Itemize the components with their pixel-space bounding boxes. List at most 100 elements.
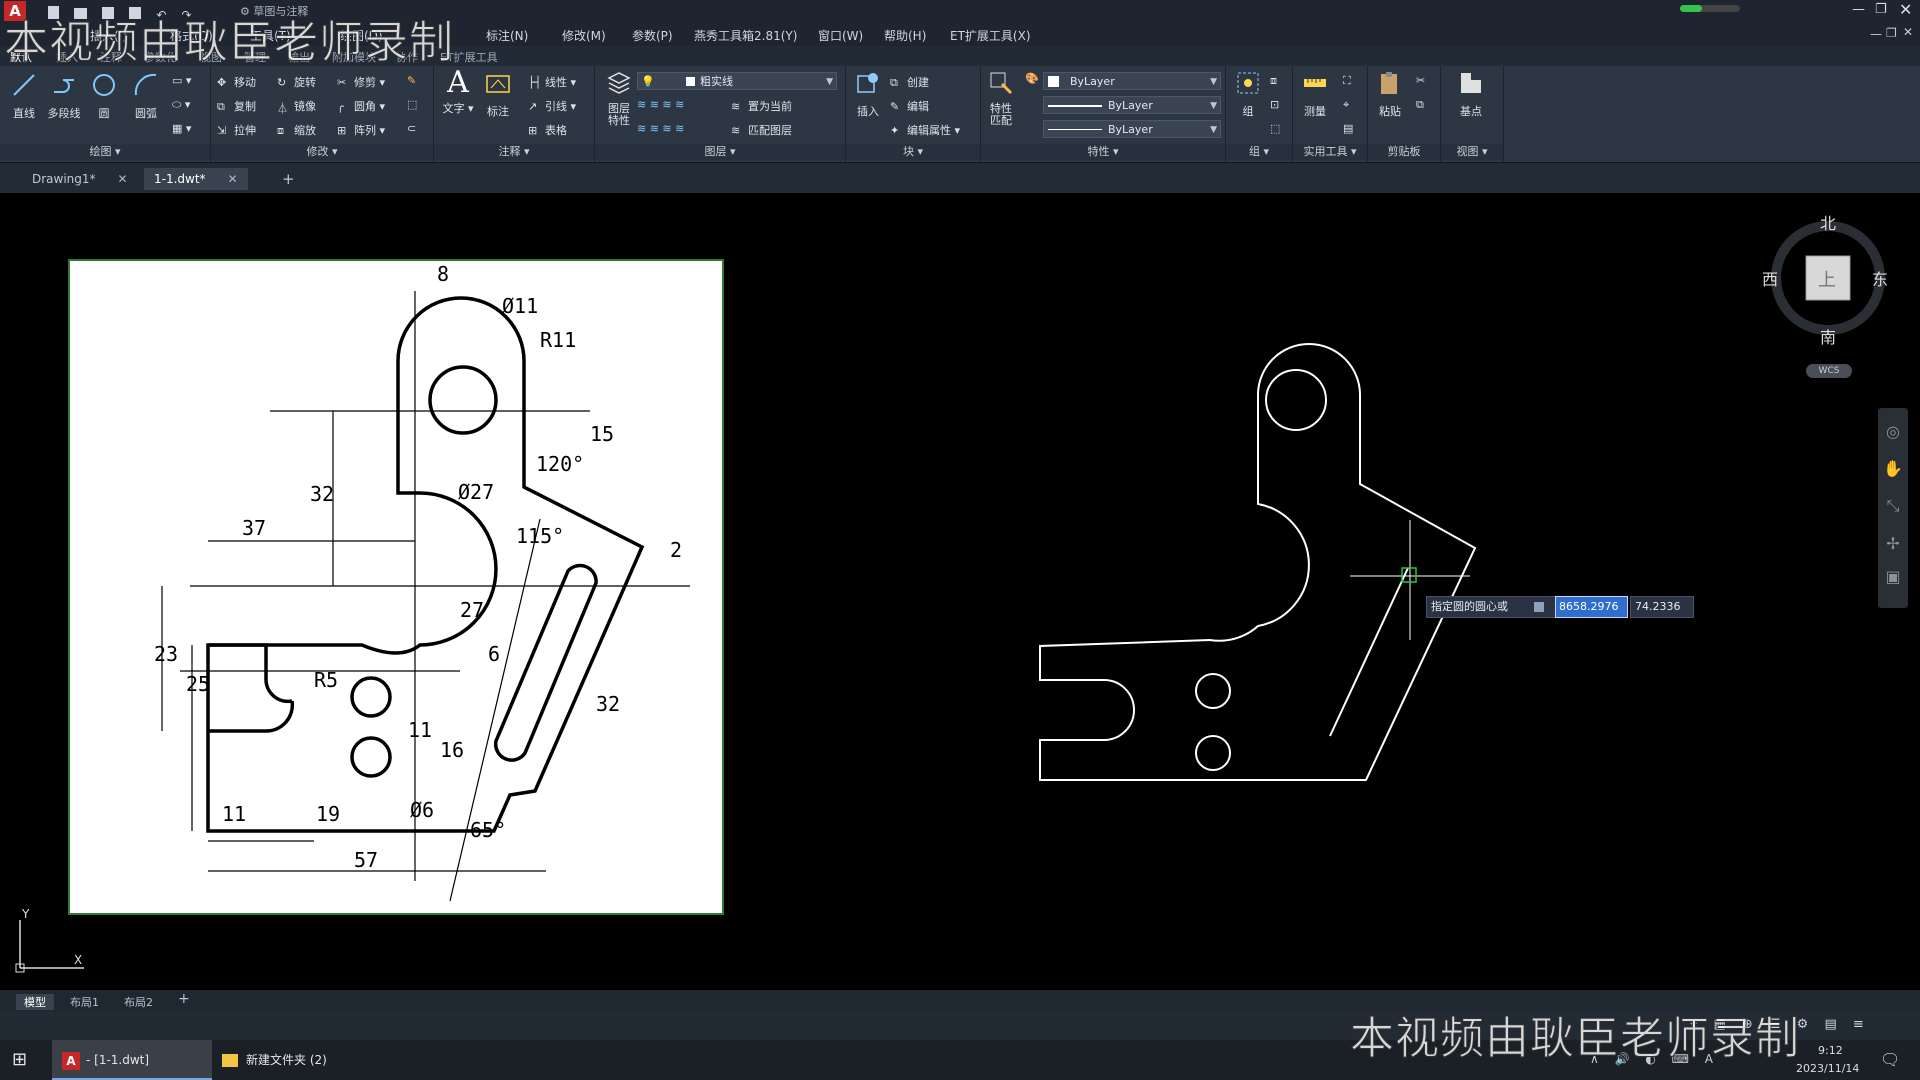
set-current-tool[interactable]: ≋ 置为当前 <box>731 98 792 114</box>
panel-layers-label[interactable]: 图层 ▾ <box>595 144 845 160</box>
panel-clipboard-label[interactable]: 剪贴板 <box>1368 144 1440 160</box>
lineweight-combo[interactable]: ByLayer ▼ <box>1043 120 1221 138</box>
menu-dimension[interactable]: 标注(N) <box>486 27 528 44</box>
panel-view-label[interactable]: 视图 ▾ <box>1441 144 1503 160</box>
array-tool[interactable]: ⊞ 阵列 ▾ <box>337 122 385 138</box>
color-combo[interactable]: ByLayer ▼ <box>1043 72 1221 90</box>
match-layer-tool[interactable]: ≋ 匹配图层 <box>731 122 792 138</box>
close-icon[interactable]: ✕ <box>118 172 128 186</box>
reference-drawing-image[interactable]: 8 Ø11 R11 15 120° 32 Ø27 37 115° 2 27 23… <box>68 259 724 915</box>
dynamic-input-y[interactable]: 74.2336 <box>1630 596 1694 618</box>
dynamic-input-options-icon[interactable] <box>1534 602 1544 612</box>
text-tool[interactable]: A 文字 ▾ <box>438 68 478 116</box>
erase-icon[interactable]: ✎ <box>407 74 416 87</box>
panel-annotation-label[interactable]: 注释 ▾ <box>434 144 594 160</box>
group-select-icon[interactable]: ⬚ <box>1270 122 1280 135</box>
hatch-icon[interactable]: ▦ ▾ <box>172 122 191 135</box>
close-icon[interactable]: ✕ <box>228 172 238 186</box>
offset-icon[interactable]: ⊂ <box>407 122 416 135</box>
compass-west[interactable]: 西 <box>1762 266 1778 290</box>
mirror-tool[interactable]: ⏃ 镜像 <box>277 98 316 115</box>
line-tool[interactable]: 直线 <box>4 72 44 121</box>
windows-start-icon[interactable]: ⊞ <box>12 1040 42 1080</box>
viewcube[interactable]: 北 南 东 西 上 <box>1762 208 1888 347</box>
leader-tool[interactable]: ↗ 引线 ▾ <box>528 98 576 114</box>
tab-layout1[interactable]: 布局1 <box>70 994 99 1010</box>
edit-block-tool[interactable]: ✎ 编辑 <box>890 98 929 114</box>
panel-draw-label[interactable]: 绘图 ▾ <box>0 144 210 160</box>
panel-properties-label[interactable]: 特性 ▾ <box>981 144 1225 160</box>
move-tool[interactable]: ✥ 移动 <box>217 74 256 90</box>
minimize-button[interactable]: — <box>1852 2 1865 17</box>
base-point-tool[interactable]: 基点 <box>1451 70 1491 119</box>
compass-east[interactable]: 东 <box>1872 266 1888 290</box>
copy-tool[interactable]: ⧉ 复制 <box>217 98 256 114</box>
layer-properties-tool[interactable]: 图层特性 <box>599 70 639 127</box>
dynamic-input-x[interactable]: 8658.2976 <box>1555 596 1628 618</box>
panel-block-label[interactable]: 块 ▾ <box>846 144 980 160</box>
maximize-button[interactable]: ❐ <box>1875 2 1887 17</box>
match-properties-tool[interactable]: 特性匹配 <box>981 70 1021 127</box>
layer-tools-row2[interactable]: ≋ ≋ ≋ ≋ <box>637 122 684 135</box>
panel-modify-label[interactable]: 修改 ▾ <box>211 144 433 160</box>
copy-clip-icon[interactable]: ⧉ <box>1416 98 1424 112</box>
table-tool[interactable]: ⊞ 表格 <box>528 122 567 138</box>
add-layout-button[interactable]: + <box>178 991 190 1007</box>
close-button[interactable]: ✕ <box>1899 0 1912 19</box>
measure-tool[interactable]: 测量 <box>1295 70 1335 119</box>
compass-north[interactable]: 北 <box>1820 210 1836 234</box>
group-edit-icon[interactable]: ⊡ <box>1270 98 1279 111</box>
menu-modify[interactable]: 修改(M) <box>562 27 606 44</box>
calculator-icon[interactable]: ▤ <box>1343 122 1353 135</box>
id-point-icon[interactable]: ⌖ <box>1343 98 1349 112</box>
dimension-tool[interactable]: 标注 <box>478 70 518 119</box>
tab-layout2[interactable]: 布局2 <box>124 994 153 1010</box>
tab-model[interactable]: 模型 <box>16 994 54 1010</box>
orbit-icon[interactable]: ✢ <box>1878 534 1908 553</box>
rotate-tool[interactable]: ↻ 旋转 <box>277 74 316 90</box>
notification-icon[interactable]: 🗨 <box>1880 1050 1900 1069</box>
panel-utilities-label[interactable]: 实用工具 ▾ <box>1293 144 1367 160</box>
create-block-tool[interactable]: ⧉ 创建 <box>890 74 929 90</box>
linetype-combo[interactable]: ByLayer ▼ <box>1043 96 1221 114</box>
stretch-tool[interactable]: ⇲ 拉伸 <box>217 122 256 138</box>
polyline-tool[interactable]: 多段线 <box>44 72 84 121</box>
menu-help[interactable]: 帮助(H) <box>884 27 926 44</box>
panel-groups-label[interactable]: 组 ▾ <box>1226 144 1292 160</box>
compass-south[interactable]: 南 <box>1820 324 1836 348</box>
taskbar-folder[interactable]: 新建文件夹 (2) <box>212 1040 378 1080</box>
explode-icon[interactable]: ⬚ <box>407 98 417 111</box>
arc-tool[interactable]: 圆弧 <box>126 72 166 121</box>
insert-block-tool[interactable]: 插入 <box>848 70 888 119</box>
file-tab-1-1[interactable]: 1-1.dwt* ✕ <box>144 168 248 190</box>
clock-date[interactable]: 2023/11/14 <box>1796 1062 1859 1075</box>
new-tab-button[interactable]: + <box>272 168 305 190</box>
file-tab-drawing1[interactable]: Drawing1* ✕ <box>22 168 138 190</box>
scale-tool[interactable]: ⧈ 缩放 <box>277 122 316 138</box>
pan-icon[interactable]: ✋ <box>1878 459 1908 478</box>
ungroup-icon[interactable]: ⧈ <box>1270 74 1277 88</box>
showmotion-icon[interactable]: ▣ <box>1878 567 1908 586</box>
rectangle-icon[interactable]: ▭ ▾ <box>172 74 191 87</box>
doc-close-button[interactable]: ✕ <box>1903 25 1913 39</box>
fillet-tool[interactable]: ╭ 圆角 ▾ <box>337 98 385 114</box>
menu-et-tools[interactable]: ET扩展工具(X) <box>950 27 1031 44</box>
menu-yanxiu[interactable]: 燕秀工具箱2.81(Y) <box>694 27 797 44</box>
paste-tool[interactable]: 粘贴 <box>1370 70 1410 119</box>
circle-tool[interactable]: 圆 <box>84 72 124 121</box>
quick-select-icon[interactable]: ⛶ <box>1343 74 1351 88</box>
zoom-icon[interactable]: ⤡ <box>1878 496 1908 516</box>
trim-tool[interactable]: ✂ 修剪 ▾ <box>337 74 385 90</box>
clock-time[interactable]: 9:12 <box>1818 1044 1843 1057</box>
menu-parameters[interactable]: 参数(P) <box>632 27 673 44</box>
wcs-menu[interactable]: WCS <box>1806 364 1852 378</box>
color-wheel-icon[interactable]: 🎨 <box>1025 72 1039 85</box>
group-tool[interactable]: 组 <box>1228 70 1268 119</box>
doc-restore-button[interactable]: ❐ <box>1886 26 1897 40</box>
taskbar-autocad[interactable]: A- [1-1.dwt] <box>52 1040 212 1080</box>
ellipse-icon[interactable]: ⬭ ▾ <box>172 98 190 112</box>
doc-minimize-button[interactable]: — <box>1870 27 1882 41</box>
viewcube-top-face[interactable]: 上 <box>1818 266 1836 292</box>
layer-combo[interactable]: 💡 粗实线 ▼ <box>637 72 837 90</box>
linear-dim-tool[interactable]: ├┤ 线性 ▾ <box>528 74 576 90</box>
